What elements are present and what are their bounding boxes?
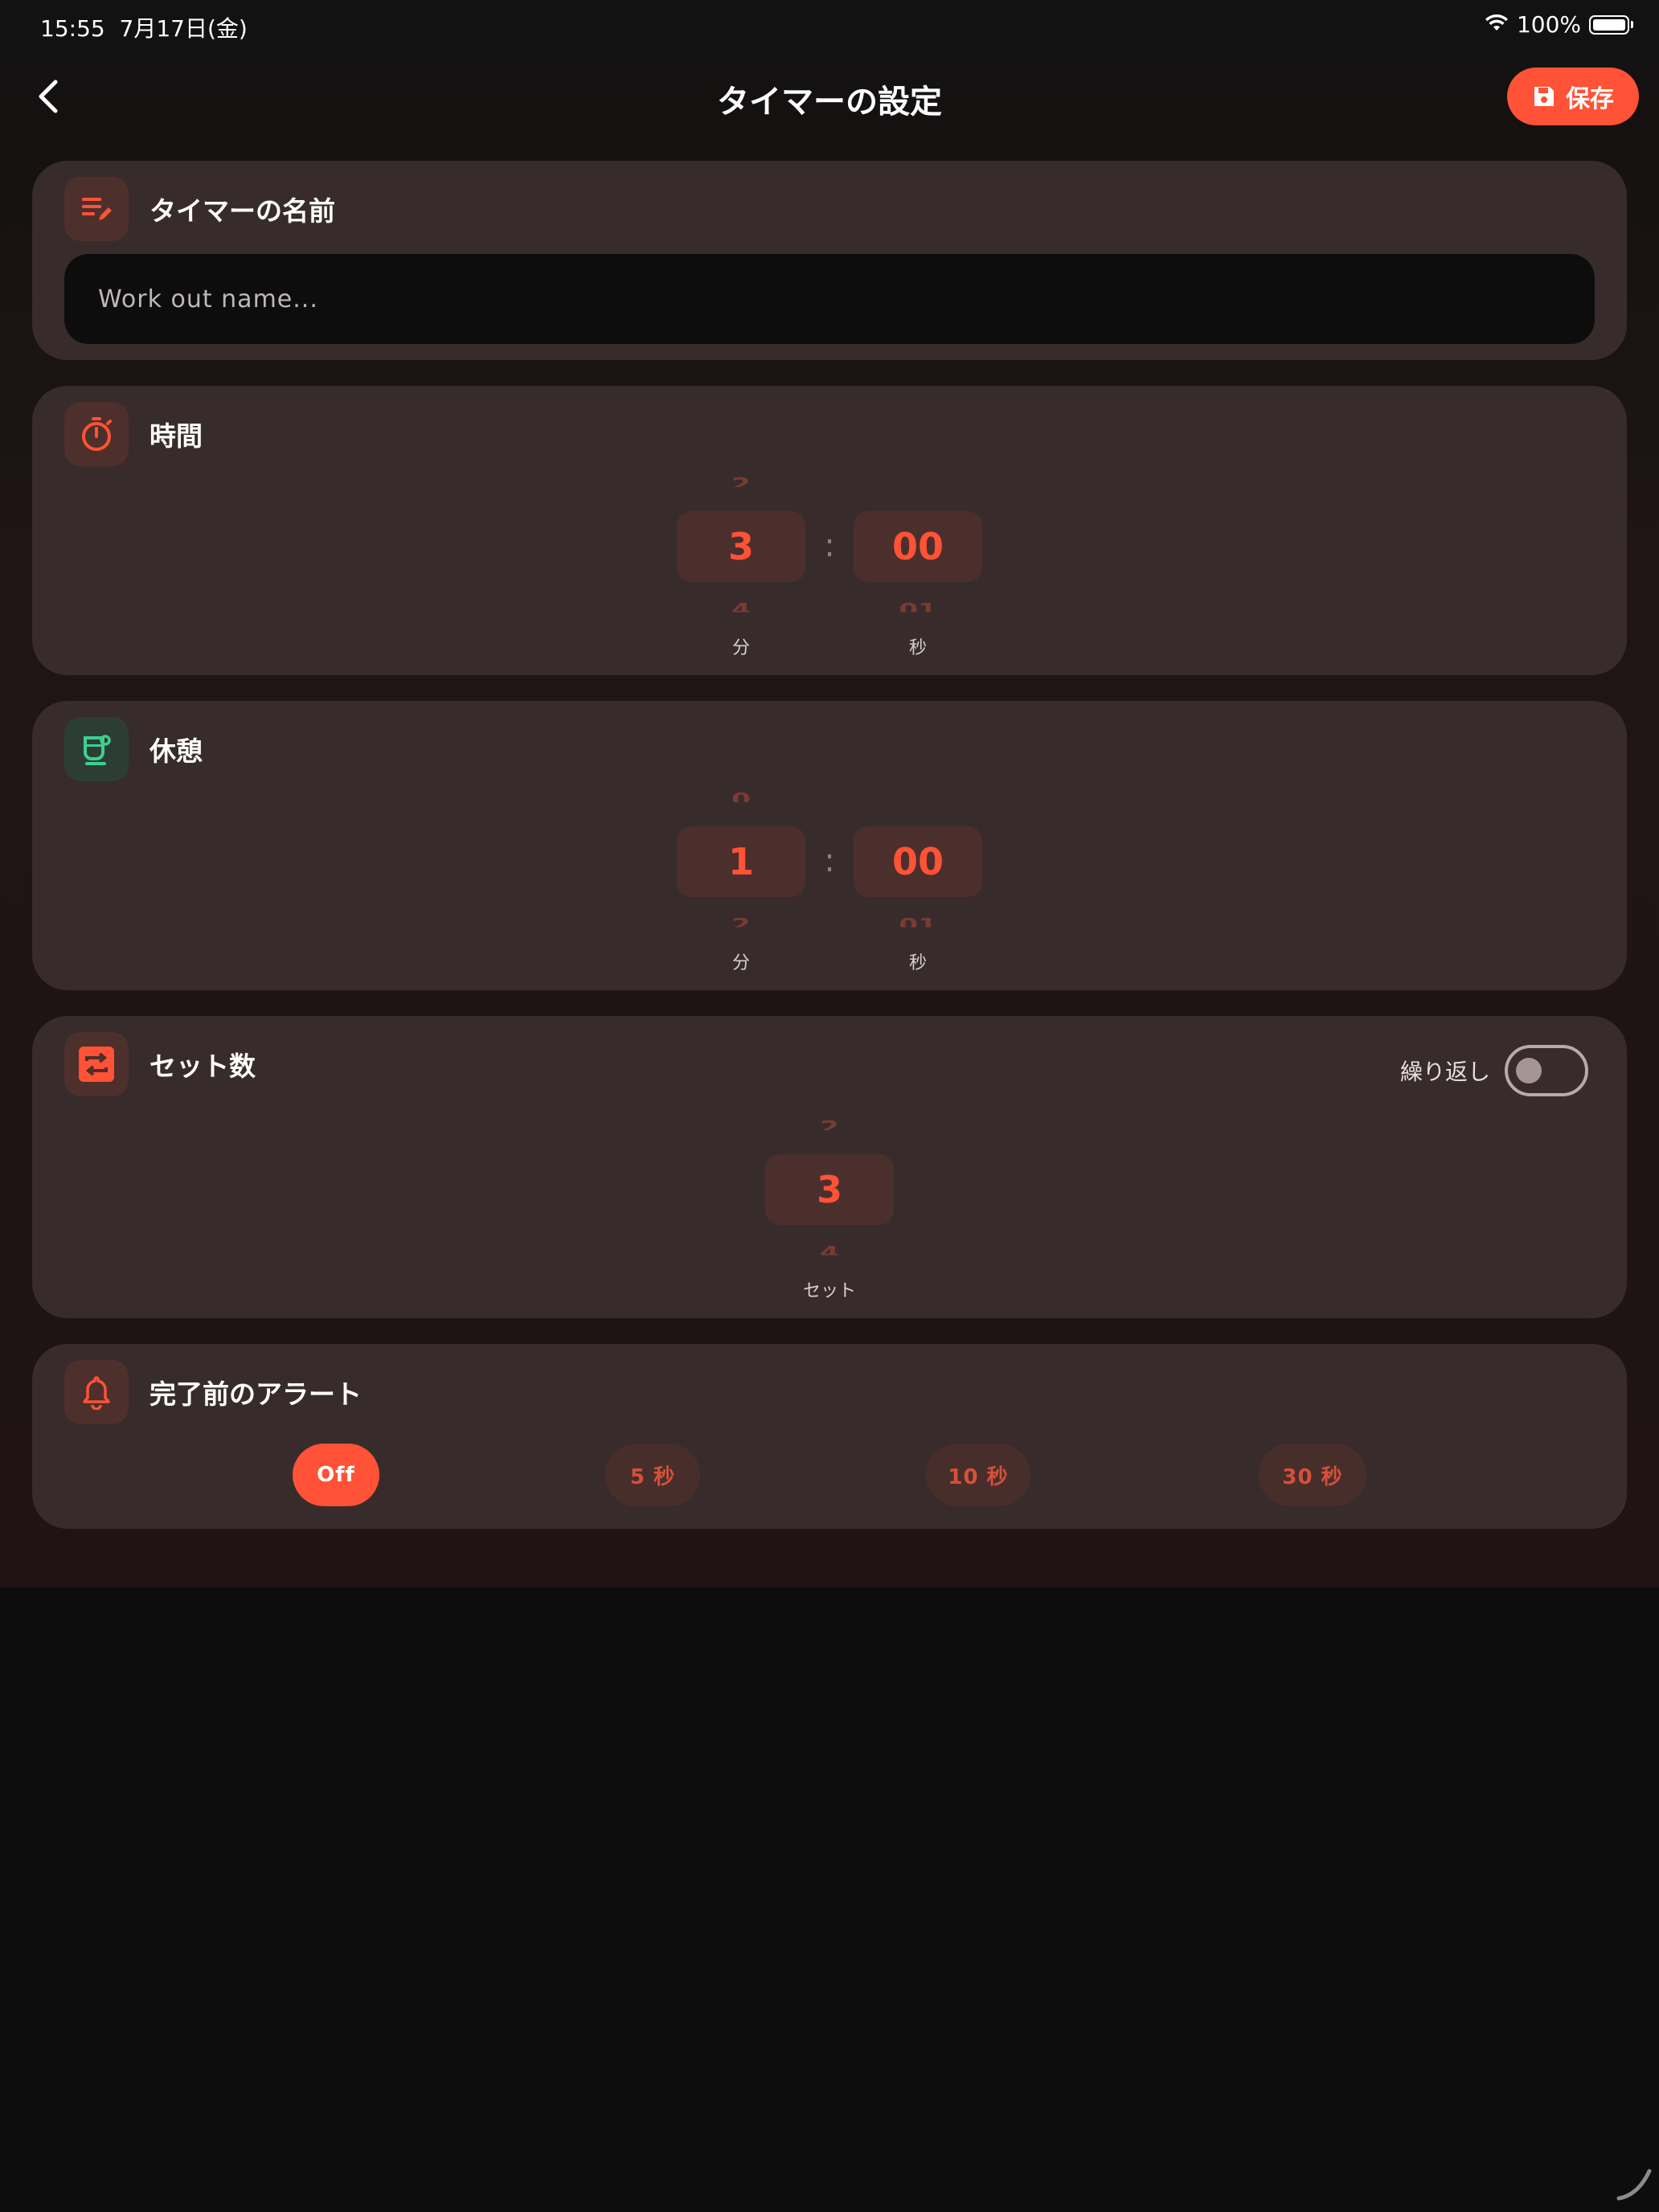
picker-prev-value: 2 xyxy=(820,1119,839,1130)
duration-card: 時間 2 3 4 分 : 00 01 秒 xyxy=(32,386,1627,675)
alert-option-off[interactable]: Off xyxy=(293,1444,379,1506)
rest-seconds-value: 00 xyxy=(854,826,982,897)
sets-header: セット数 xyxy=(64,1032,256,1096)
duration-seconds-value: 00 xyxy=(854,511,982,582)
repeat-toggle[interactable] xyxy=(1505,1045,1588,1096)
alert-title: 完了前のアラート xyxy=(150,1378,362,1410)
timer-name-input[interactable] xyxy=(64,254,1595,344)
status-indicators: 100% xyxy=(1485,11,1633,38)
sets-title: セット数 xyxy=(150,1051,256,1082)
picker-next-value: 2 xyxy=(731,916,751,928)
resize-handle-icon[interactable] xyxy=(1614,2165,1653,2203)
wifi-icon xyxy=(1485,11,1509,38)
alert-header: 完了前のアラート xyxy=(64,1360,362,1424)
battery-percent: 100% xyxy=(1516,11,1581,38)
alert-option-10s[interactable]: 10 秒 xyxy=(926,1444,1030,1506)
timer-name-header: タイマーの名前 xyxy=(64,177,335,241)
time-separator: : xyxy=(824,842,835,879)
picker-prev-value: 2 xyxy=(731,476,751,487)
picker-next-value: 01 xyxy=(899,601,937,612)
alert-card: 完了前のアラート Off 5 秒 10 秒 30 秒 xyxy=(32,1344,1627,1529)
time-separator: : xyxy=(824,527,835,564)
alert-option-30s[interactable]: 30 秒 xyxy=(1259,1444,1366,1506)
coffee-cup-icon xyxy=(64,717,129,781)
rest-title: 休憩 xyxy=(150,735,203,767)
stopwatch-icon xyxy=(64,402,129,466)
seconds-unit-label: 秒 xyxy=(908,638,927,658)
duration-minutes-value: 3 xyxy=(677,511,805,582)
toggle-knob xyxy=(1516,1058,1542,1083)
minutes-unit-label: 分 xyxy=(731,638,750,658)
sets-card: セット数 繰り返し 2 3 4 セット xyxy=(32,1016,1627,1318)
picker-next-value: 4 xyxy=(820,1244,839,1256)
rest-card: 休憩 0 1 2 分 : 00 01 秒 xyxy=(32,701,1627,990)
seconds-unit-label: 秒 xyxy=(908,953,927,973)
rest-header: 休憩 xyxy=(64,717,203,781)
picker-prev-value: 0 xyxy=(731,791,751,802)
battery-tip xyxy=(1631,21,1633,28)
status-date: 7月17日(金) xyxy=(119,15,248,42)
battery-icon xyxy=(1589,14,1629,35)
timer-name-title: タイマーの名前 xyxy=(150,195,335,227)
edit-list-icon xyxy=(64,177,129,241)
status-bar: 15:55 7月17日(金) 100% xyxy=(0,0,1659,51)
nav-bar: タイマーの設定 保存 xyxy=(0,56,1659,137)
save-button-label: 保存 xyxy=(1566,85,1614,113)
repeat-control: 繰り返し xyxy=(1400,1045,1588,1096)
save-button[interactable]: 保存 xyxy=(1507,68,1639,125)
floppy-disk-icon xyxy=(1534,87,1554,106)
page-title: タイマーの設定 xyxy=(717,84,942,121)
status-time-date: 15:55 7月17日(金) xyxy=(40,11,248,43)
alert-option-5s[interactable]: 5 秒 xyxy=(605,1444,700,1506)
minutes-unit-label: 分 xyxy=(731,953,750,973)
bell-icon xyxy=(64,1360,129,1424)
rest-minutes-value: 1 xyxy=(677,826,805,897)
repeat-icon xyxy=(64,1032,129,1096)
repeat-label: 繰り返し xyxy=(1399,1059,1490,1085)
picker-next-value: 01 xyxy=(899,916,937,928)
sets-unit-label: セット xyxy=(802,1281,856,1301)
picker-next-value: 4 xyxy=(731,601,751,612)
duration-header: 時間 xyxy=(64,402,203,466)
duration-title: 時間 xyxy=(150,420,203,452)
sets-value: 3 xyxy=(765,1154,894,1225)
status-time: 15:55 xyxy=(40,15,105,42)
timer-name-card: タイマーの名前 xyxy=(32,161,1627,360)
